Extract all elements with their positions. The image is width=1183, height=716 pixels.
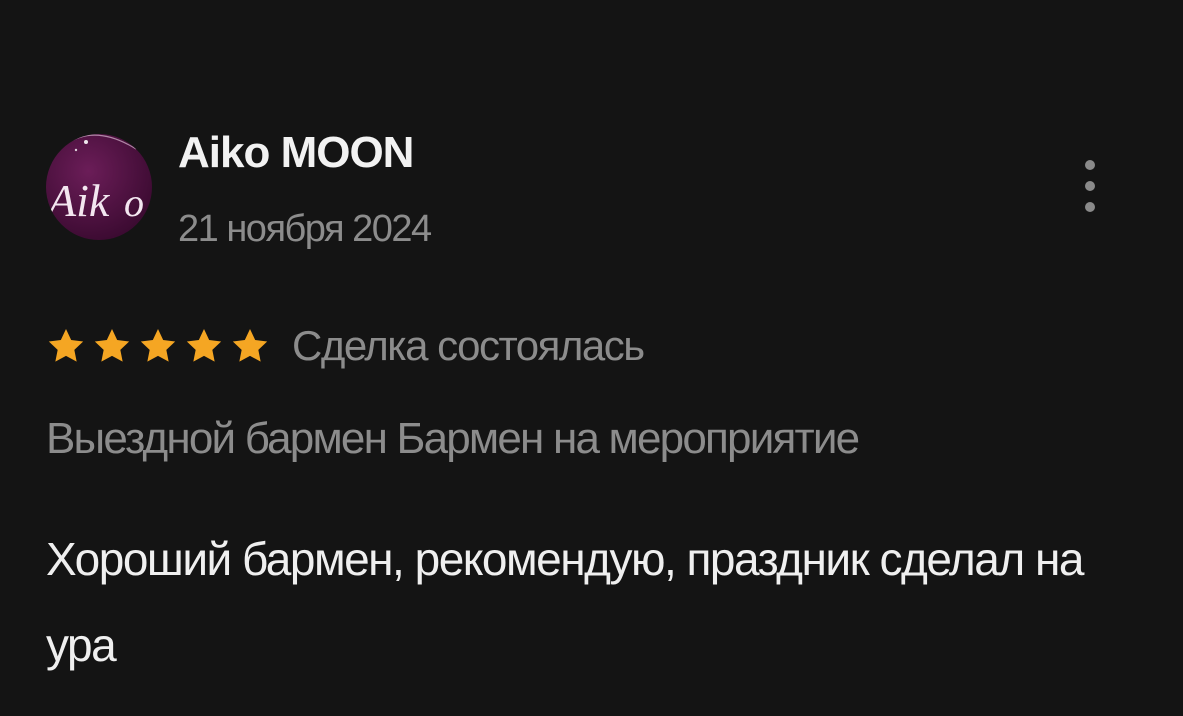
star-icon — [140, 329, 176, 362]
review-date: 21 ноября 2024 — [178, 208, 432, 250]
star-icon — [186, 329, 222, 362]
author-avatar[interactable]: Aik o MO — [46, 104, 156, 270]
more-options-button[interactable] — [1072, 150, 1108, 222]
star-icon — [232, 329, 268, 362]
rating-stars — [46, 326, 270, 366]
svg-text:o: o — [124, 180, 144, 225]
review-text: Хороший бармен, рекомендую, праздник сде… — [46, 533, 1084, 671]
aiko-moon-logo-avatar: Aik o MO — [46, 134, 152, 253]
star-icon — [94, 329, 130, 362]
author-name[interactable]: Aiko MOON — [178, 128, 414, 178]
service-title[interactable]: Выездной бармен Бармен на мероприятие — [46, 414, 860, 464]
star-icon — [48, 329, 84, 362]
deal-status: Сделка состоялась — [292, 322, 645, 369]
svg-text:Aik: Aik — [46, 175, 111, 226]
svg-text:MO: MO — [118, 237, 141, 253]
review-card: Aik o MO Aiko MOON 21 ноября 2024 Сделка… — [0, 0, 1183, 716]
rating-row: Сделка состоялась — [46, 318, 645, 374]
